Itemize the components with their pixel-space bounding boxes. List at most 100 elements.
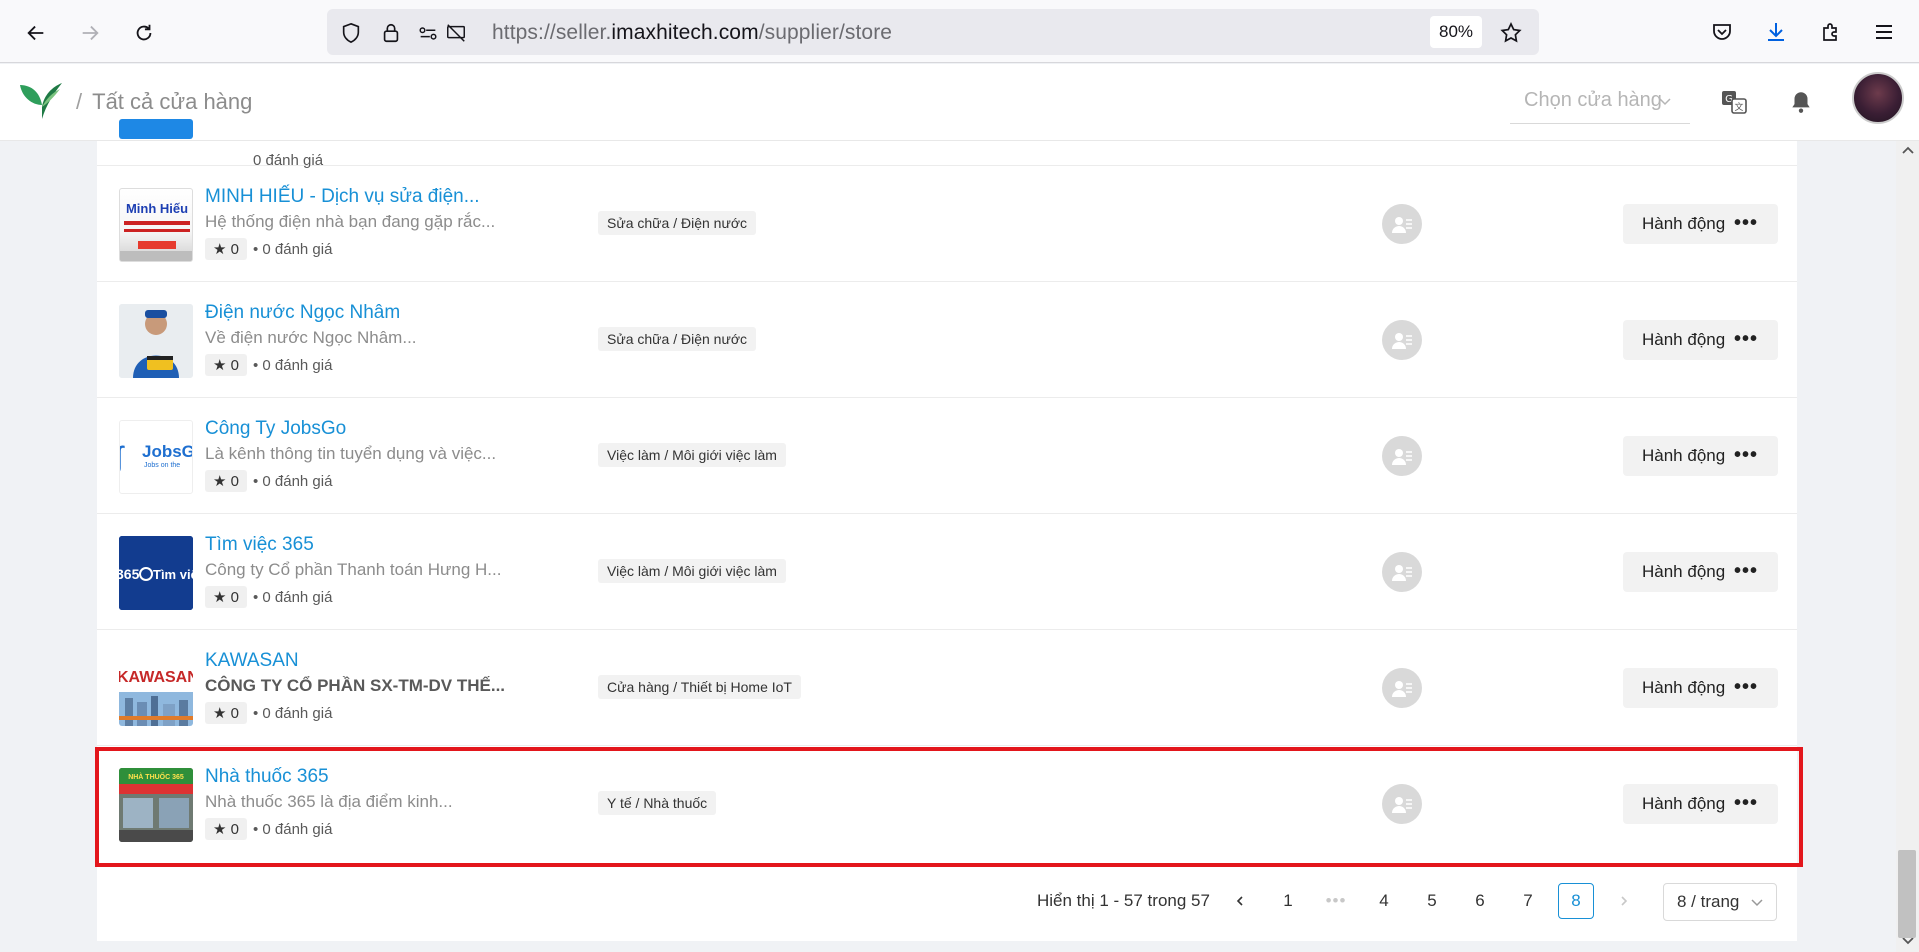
action-button[interactable]: Hành động ••• <box>1623 784 1778 824</box>
store-rating: ★ 0 • 0 đánh giá <box>205 818 332 840</box>
star-rating-badge: ★ 0 <box>205 702 247 724</box>
owner-contact-icon[interactable] <box>1382 436 1422 476</box>
more-icon: ••• <box>1733 792 1758 814</box>
store-row: 365 Tìm việ Tìm việc 365 Công ty Cổ phần… <box>97 514 1797 630</box>
page-1[interactable]: 1 <box>1270 883 1306 919</box>
action-button[interactable]: Hành động ••• <box>1623 204 1778 244</box>
store-thumbnail: Minh Hiếu <box>119 188 193 262</box>
url-text[interactable]: https://seller.imaxhitech.com/supplier/s… <box>492 21 892 45</box>
thumb-logo-text: JobsG <box>142 442 193 461</box>
prev-page-icon[interactable] <box>1222 883 1258 919</box>
page-8-current[interactable]: 8 <box>1558 883 1594 919</box>
store-description: Về điện nước Ngọc Nhâm... <box>205 328 417 347</box>
store-name[interactable]: Nhà thuốc 365 <box>205 766 329 788</box>
store-description: Nhà thuốc 365 là địa điểm kinh... <box>205 792 453 811</box>
url-domain: imaxhitech.com <box>611 21 759 44</box>
screen-share-blocked-icon[interactable] <box>444 21 468 45</box>
lock-icon[interactable] <box>379 21 403 45</box>
page-7[interactable]: 7 <box>1510 883 1546 919</box>
brand-logo[interactable] <box>18 81 64 121</box>
page-5[interactable]: 5 <box>1414 883 1450 919</box>
store-row: Minh Hiếu MINH HIẾU - Dịch vụ sửa điện..… <box>97 166 1797 282</box>
action-button[interactable]: Hành động ••• <box>1623 668 1778 708</box>
page-4[interactable]: 4 <box>1366 883 1402 919</box>
scroll-up-icon[interactable] <box>1901 145 1915 155</box>
more-icon: ••• <box>1733 444 1758 466</box>
scrollbar-thumb[interactable] <box>1898 850 1916 938</box>
svg-text:ʃ: ʃ <box>120 441 125 474</box>
pocket-icon[interactable] <box>1704 14 1740 50</box>
next-page-icon[interactable] <box>1606 883 1642 919</box>
permissions-icon[interactable] <box>416 21 440 45</box>
review-count: • 0 đánh giá <box>252 820 333 838</box>
star-rating-badge: ★ 0 <box>205 238 247 260</box>
review-count: • 0 đánh giá <box>252 240 333 258</box>
store-name[interactable]: Công Ty JobsGo <box>205 418 346 440</box>
page-6[interactable]: 6 <box>1462 883 1498 919</box>
store-row-partial: ★ 0 0 đánh giá <box>97 49 1797 169</box>
thumb-logo-text: KAWASAN <box>119 669 193 686</box>
extensions-icon[interactable] <box>1813 14 1849 50</box>
downloads-icon[interactable] <box>1758 14 1794 50</box>
bookmark-star-icon[interactable] <box>1499 21 1523 45</box>
store-thumbnail: KAWASAN <box>119 652 193 726</box>
category-tag: Sửa chữa / Điện nước <box>598 211 757 235</box>
store-description: CÔNG TY CỔ PHẦN SX-TM-DV THẾ... <box>205 676 506 695</box>
store-rating: ★ 0 • 0 đánh giá <box>205 238 332 260</box>
store-thumbnail <box>119 119 193 139</box>
store-name[interactable]: KAWASAN <box>205 650 299 672</box>
action-button[interactable]: Hành động ••• <box>1623 552 1778 592</box>
store-row: KAWASAN KAWASAN CÔNG TY CỔ PHẦN SX-TM-DV… <box>97 630 1797 746</box>
more-icon: ••• <box>1733 212 1758 234</box>
category-tag: Sửa chữa / Điện nước <box>598 327 757 351</box>
owner-contact-icon[interactable] <box>1382 784 1422 824</box>
store-name[interactable]: Tìm việc 365 <box>205 534 314 556</box>
review-count: • 0 đánh giá <box>252 704 333 722</box>
menu-icon[interactable] <box>1866 14 1902 50</box>
category-tag: Cửa hàng / Thiết bị Home IoT <box>598 675 801 699</box>
back-icon[interactable] <box>16 13 56 53</box>
chevron-down-icon <box>1750 895 1764 915</box>
breadcrumb-separator: / <box>76 89 83 114</box>
store-thumbnail: 365 Tìm việ <box>119 536 193 610</box>
store-rating: ★ 0 • 0 đánh giá <box>205 702 332 724</box>
action-button[interactable]: Hành động ••• <box>1623 436 1778 476</box>
store-description: Là kênh thông tin tuyển dụng và việc... <box>205 444 497 463</box>
store-rating: ★ 0 • 0 đánh giá <box>205 354 332 376</box>
owner-contact-icon[interactable] <box>1382 204 1422 244</box>
forward-icon[interactable] <box>70 13 110 53</box>
more-icon: ••• <box>1733 560 1758 582</box>
store-name[interactable]: MINH HIẾU - Dịch vụ sửa điện... <box>205 186 480 208</box>
owner-contact-icon[interactable] <box>1382 668 1422 708</box>
store-thumbnail: NHÀ THUỐC 365 <box>119 768 193 842</box>
store-description: Hệ thống điện nhà bạn đang gặp rắc... <box>205 212 496 231</box>
shield-icon[interactable] <box>339 21 363 45</box>
url-path: /supplier/store <box>758 21 893 44</box>
category-tag: Y tế / Nhà thuốc <box>598 791 717 815</box>
review-count: • 0 đánh giá <box>252 588 333 606</box>
pagination-summary: Hiển thị 1 - 57 trong 57 <box>1037 891 1210 910</box>
store-thumbnail: ʃ JobsG Jobs on the <box>119 420 193 494</box>
store-thumbnail <box>119 304 193 378</box>
svg-text:Jobs on the: Jobs on the <box>144 462 180 469</box>
zoom-level[interactable]: 80% <box>1430 16 1482 48</box>
review-count: • 0 đánh giá <box>252 356 333 374</box>
user-avatar[interactable] <box>1852 72 1904 124</box>
page-size-select[interactable]: 8 / trang <box>1663 883 1777 921</box>
more-icon: ••• <box>1733 676 1758 698</box>
store-rating: ★ 0 • 0 đánh giá <box>205 470 332 492</box>
star-rating-badge: ★ 0 <box>205 586 247 608</box>
owner-contact-icon[interactable] <box>1382 320 1422 360</box>
reload-icon[interactable] <box>124 13 164 53</box>
store-name[interactable]: Điện nước Ngọc Nhâm <box>205 302 400 324</box>
action-button[interactable]: Hành động ••• <box>1623 320 1778 360</box>
page-scrollbar[interactable] <box>1896 141 1919 952</box>
store-row-selected: NHÀ THUỐC 365 Nhà thuốc 365 Nhà thuốc 36… <box>97 746 1797 862</box>
owner-contact-icon[interactable] <box>1382 552 1422 592</box>
star-rating-badge: ★ 0 <box>205 354 247 376</box>
store-row: Điện nước Ngọc Nhâm Về điện nước Ngọc Nh… <box>97 282 1797 398</box>
thumb-logo-text: Minh Hiếu <box>126 201 188 216</box>
page-ellipsis[interactable]: ••• <box>1318 883 1354 919</box>
url-prefix: https://seller. <box>492 21 612 44</box>
store-description: Công ty Cổ phần Thanh toán Hưng H... <box>205 560 502 579</box>
